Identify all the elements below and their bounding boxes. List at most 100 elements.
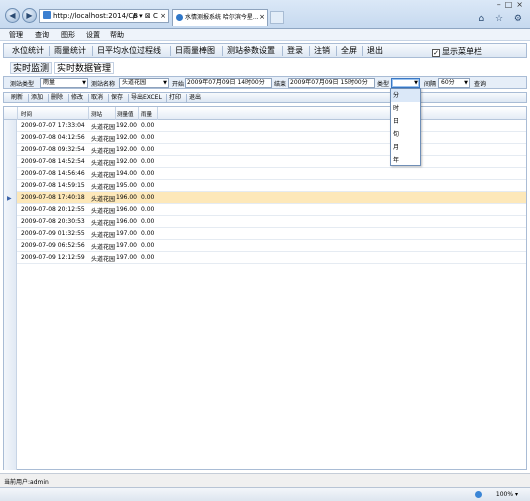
address-bar-icons[interactable]: ρ ▾ ⊠ C ×: [133, 10, 166, 22]
close-tab-icon[interactable]: ×: [259, 10, 265, 25]
login-button[interactable]: 登录: [285, 45, 305, 57]
cell-station[interactable]: 头道花园: [91, 134, 115, 143]
type-option-month[interactable]: 月: [391, 141, 420, 154]
refresh-button[interactable]: 刷新: [11, 94, 23, 102]
exit-button[interactable]: 退出: [365, 45, 385, 57]
cell-measured[interactable]: 196.00: [116, 218, 137, 225]
daily-avg-water-level-button[interactable]: 日平均水位过程线: [95, 45, 163, 57]
cell-station[interactable]: 头道花园: [91, 206, 115, 215]
print-button[interactable]: 打印: [169, 94, 181, 102]
menu-query[interactable]: 查询: [35, 30, 49, 40]
table-row[interactable]: 2009-07-09 06:52:56 头道花园 197.00 0.00: [17, 240, 526, 252]
table-row[interactable]: 2009-07-09 12:12:59 头道花园 197.00 0.00: [17, 252, 526, 264]
type-option-xun[interactable]: 旬: [391, 128, 420, 141]
cell-time[interactable]: 2009-07-09 01:32:55: [21, 230, 85, 237]
table-row[interactable]: 2009-07-08 20:30:53 头道花园 196.00 0.00: [17, 216, 526, 228]
edit-button[interactable]: 修改: [71, 94, 83, 102]
cell-rainfall[interactable]: 0.00: [141, 194, 154, 201]
cell-measured[interactable]: 192.00: [116, 134, 137, 141]
cell-time[interactable]: 2009-07-08 20:12:55: [21, 206, 85, 213]
table-row[interactable]: 2009-07-08 04:12:56 头道花园 192.00 0.00: [17, 132, 526, 144]
type-option-hour[interactable]: 时: [391, 102, 420, 115]
cell-measured[interactable]: 197.00: [116, 242, 137, 249]
column-header-measured[interactable]: 测量值: [117, 110, 134, 118]
exit-action-button[interactable]: 退出: [189, 94, 201, 102]
tab-realtime-data-manage[interactable]: 实时数据管理: [54, 62, 115, 74]
export-excel-button[interactable]: 导出EXCEL: [131, 94, 162, 102]
cell-time[interactable]: 2009-07-08 14:56:46: [21, 170, 85, 177]
cell-measured[interactable]: 192.00: [116, 146, 137, 153]
tab-realtime-monitor[interactable]: 实时监测: [10, 62, 53, 74]
cell-measured[interactable]: 194.00: [116, 170, 137, 177]
cell-time[interactable]: 2009-07-08 20:30:53: [21, 218, 85, 225]
column-header-time[interactable]: 时间: [21, 110, 32, 118]
water-level-stats-button[interactable]: 水位统计: [10, 45, 46, 57]
forward-icon[interactable]: ▶: [22, 8, 37, 23]
cell-rainfall[interactable]: 0.00: [141, 122, 154, 129]
cell-rainfall[interactable]: 0.00: [141, 146, 154, 153]
query-button[interactable]: 查询: [474, 79, 486, 88]
table-row[interactable]: 2009-07-08 17:40:18 头道花园 196.00 0.00: [17, 192, 526, 204]
cell-measured[interactable]: 195.00: [116, 182, 137, 189]
save-button[interactable]: 保存: [111, 94, 123, 102]
cell-rainfall[interactable]: 0.00: [141, 230, 154, 237]
start-time-input[interactable]: 2009年07月09日 14时00分: [185, 78, 272, 88]
station-type-select[interactable]: 雨量 ▼: [40, 78, 88, 88]
table-row[interactable]: 2009-07-09 01:32:55 头道花园 197.00 0.00: [17, 228, 526, 240]
type-select[interactable]: ▼: [391, 78, 420, 88]
table-row[interactable]: 2009-07-08 14:59:15 头道花园 195.00 0.00: [17, 180, 526, 192]
type-option-year[interactable]: 年: [391, 154, 420, 167]
cell-measured[interactable]: 196.00: [116, 206, 137, 213]
type-option-minute[interactable]: 分: [391, 89, 420, 102]
delete-button[interactable]: 删除: [51, 94, 63, 102]
table-row[interactable]: 2009-07-08 20:12:55 头道花园 196.00 0.00: [17, 204, 526, 216]
fullscreen-button[interactable]: 全屏: [339, 45, 359, 57]
column-header-rainfall[interactable]: 雨量: [141, 110, 152, 118]
cell-rainfall[interactable]: 0.00: [141, 182, 154, 189]
column-header-station[interactable]: 测站: [91, 110, 102, 118]
cell-time[interactable]: 2009-07-09 06:52:56: [21, 242, 85, 249]
cell-rainfall[interactable]: 0.00: [141, 170, 154, 177]
menu-help[interactable]: 帮助: [110, 30, 124, 40]
add-button[interactable]: 添加: [31, 94, 43, 102]
cell-time[interactable]: 2009-07-08 09:32:54: [21, 146, 85, 153]
cell-time[interactable]: 2009-07-08 14:59:15: [21, 182, 85, 189]
interval-select[interactable]: 60分 ▼: [438, 78, 470, 88]
back-icon[interactable]: ◀: [5, 8, 20, 23]
menu-graph[interactable]: 图形: [61, 30, 75, 40]
cell-station[interactable]: 头道花园: [91, 194, 115, 203]
browser-tab[interactable]: 水情测报系统 哈尔滨今星... ×: [172, 9, 268, 26]
cell-measured[interactable]: 192.00: [116, 122, 137, 129]
cell-rainfall[interactable]: 0.00: [141, 218, 154, 225]
station-params-button[interactable]: 测站参数设置: [225, 45, 277, 57]
cell-station[interactable]: 头道花园: [91, 122, 115, 131]
daily-rainfall-bar-button[interactable]: 日雨量棒图: [173, 45, 217, 57]
table-row[interactable]: 2009-07-08 09:32:54 头道花园 192.00 0.00: [17, 144, 526, 156]
cell-rainfall[interactable]: 0.00: [141, 242, 154, 249]
table-row[interactable]: 2009-07-08 14:56:46 头道花园 194.00 0.00: [17, 168, 526, 180]
cell-station[interactable]: 头道花园: [91, 230, 115, 239]
menu-manage[interactable]: 管理: [9, 30, 23, 40]
cell-time[interactable]: 2009-07-08 14:52:54: [21, 158, 85, 165]
window-controls[interactable]: –□×: [497, 0, 527, 9]
cell-rainfall[interactable]: 0.00: [141, 158, 154, 165]
cell-station[interactable]: 头道花园: [91, 218, 115, 227]
logout-button[interactable]: 注销: [312, 45, 332, 57]
new-tab-button[interactable]: [270, 11, 284, 24]
cell-measured[interactable]: 192.00: [116, 158, 137, 165]
end-time-input[interactable]: 2009年07月09日 15时00分: [288, 78, 375, 88]
cell-time[interactable]: 2009-07-09 12:12:59: [21, 254, 85, 261]
cell-time[interactable]: 2009-07-08 04:12:56: [21, 134, 85, 141]
cell-rainfall[interactable]: 0.00: [141, 254, 154, 261]
cell-station[interactable]: 头道花园: [91, 242, 115, 251]
cell-measured[interactable]: 196.00: [116, 194, 137, 201]
cancel-button[interactable]: 取消: [91, 94, 103, 102]
cell-station[interactable]: 头道花园: [91, 254, 115, 263]
cell-time[interactable]: 2009-07-08 17:40:18: [21, 194, 85, 201]
rainfall-stats-button[interactable]: 雨量统计: [52, 45, 88, 57]
address-bar[interactable]: http://localhost:2014/CB ρ ▾ ⊠ C ×: [39, 9, 169, 23]
cell-station[interactable]: 头道花园: [91, 158, 115, 167]
cell-station[interactable]: 头道花园: [91, 182, 115, 191]
cell-rainfall[interactable]: 0.00: [141, 206, 154, 213]
table-row[interactable]: 2009-07-08 14:52:54 头道花园 192.00 0.00: [17, 156, 526, 168]
